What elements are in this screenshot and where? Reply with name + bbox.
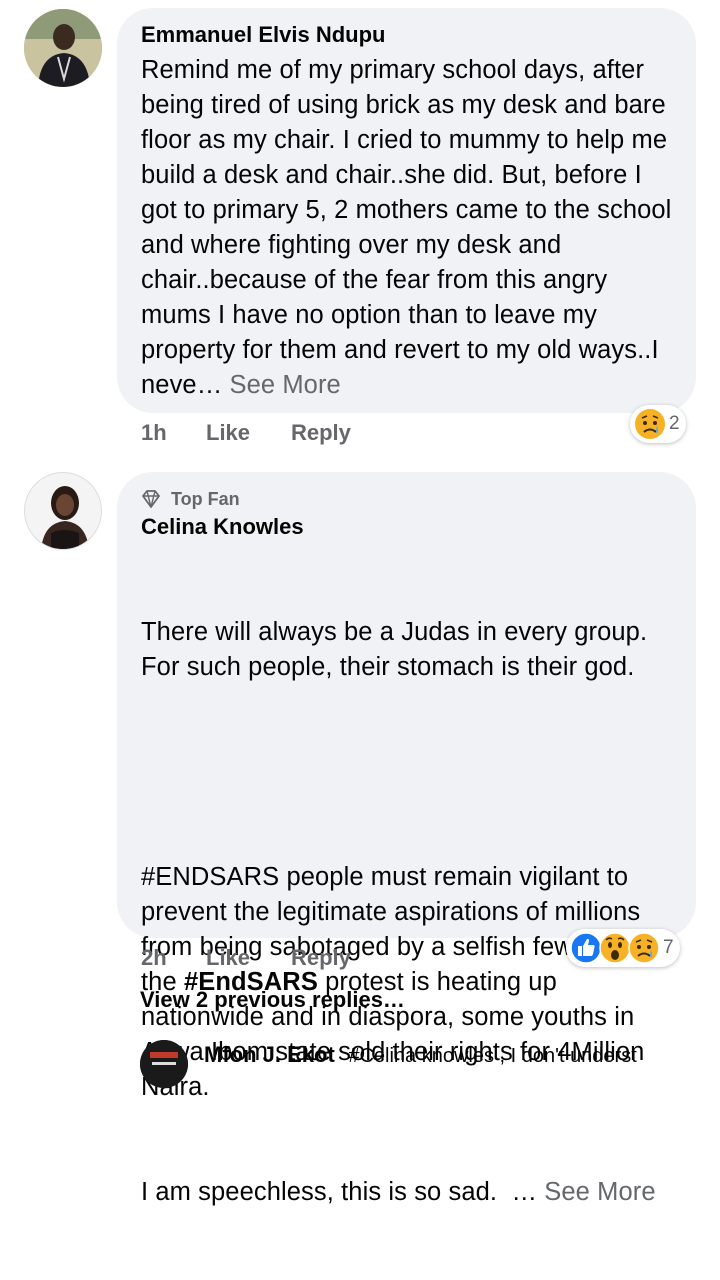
avatar-emmanuel[interactable] <box>24 9 102 87</box>
reaction-count: 2 <box>669 413 680 434</box>
reaction-count: 7 <box>663 937 674 958</box>
top-fan-badge: Top Fan <box>141 488 678 510</box>
diamond-icon <box>142 490 160 508</box>
reply-avatar[interactable] <box>140 1040 188 1088</box>
reply-button[interactable]: Reply <box>291 945 351 971</box>
comment-bubble: Emmanuel Elvis Ndupu Remind me of my pri… <box>117 8 696 413</box>
comment-body: Remind me of my primary school days, aft… <box>141 56 679 399</box>
avatar-photo <box>24 9 102 87</box>
comment-text: There will always be a Judas in every gr… <box>141 545 678 1280</box>
reactions-summary[interactable]: 7 <box>566 929 680 967</box>
comment-paragraph: There will always be a Judas in every gr… <box>141 618 655 681</box>
comment-bubble: Top Fan Celina Knowles There will always… <box>117 472 696 1206</box>
like-button[interactable]: Like <box>206 420 250 446</box>
avatar-celina[interactable] <box>24 472 102 550</box>
like-button[interactable]: Like <box>206 945 250 971</box>
see-more-link[interactable]: See More <box>229 371 340 399</box>
wow-emoji <box>599 932 631 964</box>
reply-text: #Celina knowles , I don't underst <box>348 1045 637 1067</box>
reply-preview: Mfon J. Ekot #Celina knowles , I don't u… <box>204 1040 720 1070</box>
avatar-logo <box>140 1040 188 1088</box>
avatar-photo <box>25 473 101 549</box>
sad-emoji <box>628 932 660 964</box>
reply-button[interactable]: Reply <box>291 420 351 446</box>
see-more-link[interactable]: See More <box>544 1178 655 1206</box>
reactions-summary[interactable]: 2 <box>630 405 686 443</box>
comment-time[interactable]: 1h <box>141 420 167 446</box>
comment-text-part: I am speechless, this is so sad. … <box>141 1178 538 1206</box>
sad-emoji <box>635 409 665 439</box>
comment-author[interactable]: Celina Knowles <box>141 514 678 540</box>
comment-author[interactable]: Emmanuel Elvis Ndupu <box>141 22 678 48</box>
comment-text: Remind me of my primary school days, aft… <box>141 53 678 403</box>
reply-author[interactable]: Mfon J. Ekot <box>204 1042 335 1067</box>
badge-label: Top Fan <box>171 488 240 509</box>
comment-time[interactable]: 2h <box>141 945 167 971</box>
view-previous-replies-link[interactable]: View 2 previous replies… <box>140 987 405 1013</box>
like-icon <box>570 932 602 964</box>
comment-paragraph: I am speechless, this is so sad. … See M… <box>141 1175 678 1210</box>
